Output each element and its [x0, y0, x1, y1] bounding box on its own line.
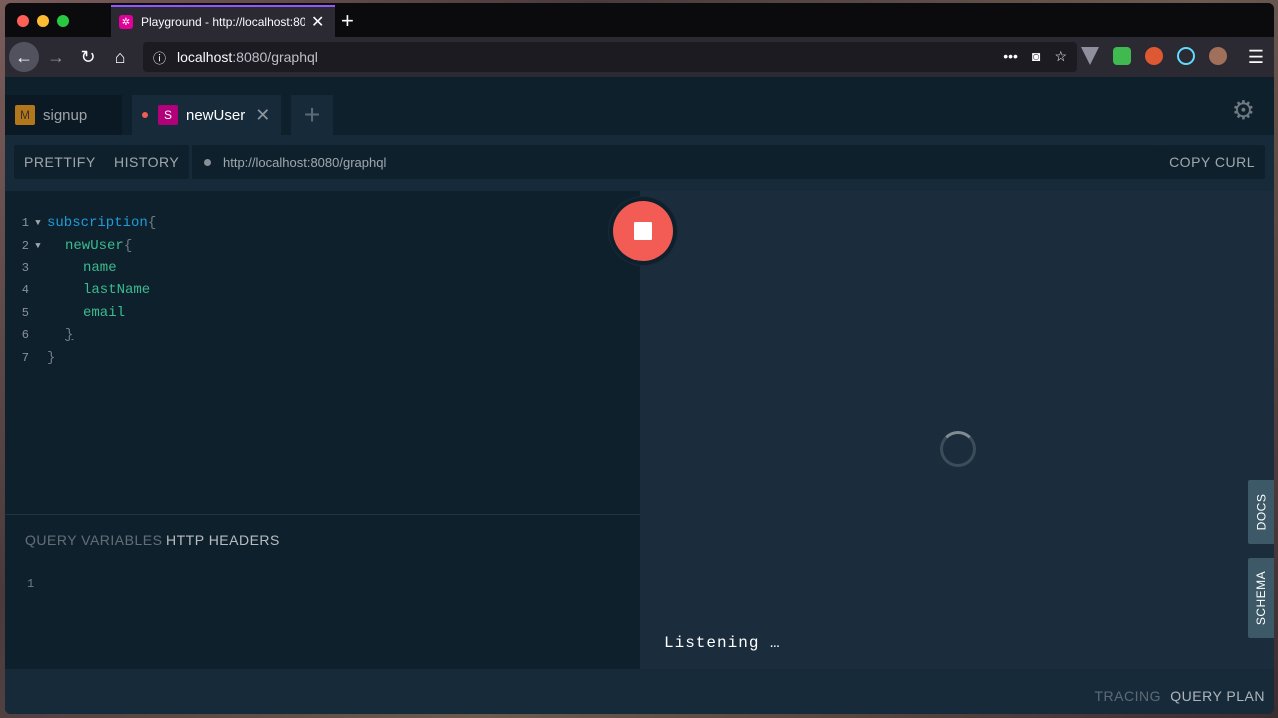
query-variables-tab[interactable]: QUERY VARIABLES [25, 532, 162, 548]
profile-avatar[interactable] [1209, 47, 1227, 65]
close-brace: } [47, 350, 56, 366]
react-devtools-icon[interactable] [1177, 47, 1195, 65]
http-headers-tab[interactable]: HTTP HEADERS [166, 532, 280, 548]
line-number: 1 [21, 216, 29, 230]
shield-extension-icon[interactable] [1113, 47, 1131, 65]
url-text[interactable]: localhost:8080/graphql [177, 49, 318, 65]
open-brace: { [123, 238, 133, 254]
footer-bar: TRACING QUERY PLAN [5, 669, 1274, 714]
tab-newuser[interactable]: S newUser ✕ [132, 95, 281, 135]
close-tab-icon[interactable]: ✕ [255, 105, 270, 126]
url-host: localhost [177, 49, 233, 65]
add-tab-button[interactable]: + [291, 95, 333, 135]
loading-spinner-icon [940, 431, 976, 467]
forward-button[interactable]: → [41, 42, 71, 72]
browser-tab-title: Playground - http://localhost:8080/graph… [141, 15, 305, 29]
code-line: 5 email [5, 302, 125, 324]
connection-status-dot [204, 158, 211, 166]
prettify-button[interactable]: PRETTIFY [14, 145, 106, 179]
pocket-icon[interactable]: ◙ [1032, 48, 1040, 65]
home-button[interactable]: ⌂ [105, 42, 135, 72]
code-line: 7 } [5, 347, 56, 369]
status-text: Listening … [664, 634, 781, 652]
site-info-icon[interactable]: ⓘ [153, 48, 173, 67]
code-line: 3 name [5, 257, 117, 279]
unsaved-indicator [142, 112, 148, 118]
playground-tab-bar: M signup S newUser ✕ + [5, 77, 1274, 135]
close-tab-icon[interactable]: ✕ [311, 12, 324, 32]
close-brace: } [65, 327, 74, 343]
fold-arrow-icon[interactable]: ▼ [29, 241, 47, 251]
tab-signup[interactable]: M signup [5, 95, 122, 135]
docs-tab[interactable]: DOCS [1248, 480, 1274, 544]
tab-label: newUser [186, 106, 246, 124]
open-brace: { [147, 215, 157, 231]
fold-arrow-icon[interactable]: ▼ [29, 218, 47, 228]
stop-subscription-button[interactable] [613, 201, 673, 261]
browser-tab[interactable]: ✲ Playground - http://localhost:8080/gra… [111, 5, 335, 37]
reload-button[interactable]: ↻ [73, 42, 103, 72]
field-name: name [83, 260, 117, 276]
browser-window: ✲ Playground - http://localhost:8080/gra… [5, 3, 1274, 714]
field-newuser: newUser [65, 238, 124, 254]
menu-icon[interactable]: ☰ [1248, 47, 1264, 68]
field-lastname: lastName [83, 282, 151, 298]
back-button[interactable]: ← [9, 42, 39, 72]
code-line: 4 lastName [5, 279, 150, 301]
playground-toolbar: PRETTIFY HISTORY http://localhost:8080/g… [5, 135, 1274, 191]
history-button[interactable]: HISTORY [104, 145, 190, 179]
mutation-badge: M [15, 105, 35, 125]
keyword-subscription: subscription [47, 215, 148, 231]
tab-label: signup [43, 106, 88, 124]
minimize-window-button[interactable] [37, 15, 49, 27]
new-tab-button[interactable]: + [341, 8, 354, 34]
title-bar: ✲ Playground - http://localhost:8080/gra… [5, 3, 1274, 37]
line-number: 4 [21, 283, 29, 297]
line-number: 1 [27, 577, 35, 591]
line-number: 6 [21, 328, 29, 342]
line-number: 7 [21, 351, 29, 365]
field-email: email [83, 305, 126, 321]
query-plan-tab[interactable]: QUERY PLAN [1170, 688, 1265, 704]
schema-tab[interactable]: SCHEMA [1248, 558, 1274, 638]
url-bar[interactable]: ⓘ localhost:8080/graphql ••• ◙ ☆ [143, 42, 1077, 72]
line-number: 5 [21, 306, 29, 320]
stop-icon [634, 222, 652, 240]
code-line: 2 ▼ newUser { [5, 235, 132, 257]
copy-curl-button[interactable]: COPY CURL [1159, 145, 1265, 179]
run-button-wrapper [608, 196, 678, 266]
settings-gear-icon[interactable]: ⚙ [1232, 95, 1255, 126]
result-panel: Listening … DOCS SCHEMA [640, 191, 1274, 669]
query-editor[interactable]: 1 ▼ subscription { 2 ▼ newUser { 3 name … [5, 191, 640, 514]
line-number: 2 [21, 239, 29, 253]
code-line: 6 } [5, 324, 74, 346]
schema-label: SCHEMA [1254, 570, 1268, 626]
extension-icons [1081, 47, 1227, 65]
vue-devtools-icon[interactable] [1081, 47, 1099, 65]
docs-label: DOCS [1254, 493, 1269, 531]
bookmark-star-icon[interactable]: ☆ [1054, 48, 1067, 65]
duckduckgo-icon[interactable] [1145, 47, 1163, 65]
subscription-badge: S [158, 105, 178, 125]
url-actions: ••• ◙ ☆ [1003, 48, 1067, 65]
line-number: 3 [21, 261, 29, 275]
code-line: 1 ▼ subscription { [5, 212, 156, 234]
zoom-window-button[interactable] [57, 15, 69, 27]
tracing-tab[interactable]: TRACING [1095, 688, 1162, 704]
url-path: :8080/graphql [232, 49, 318, 65]
navigation-bar: ← → ↻ ⌂ ⓘ localhost:8080/graphql ••• ◙ ☆… [5, 37, 1274, 77]
graphql-favicon-icon: ✲ [119, 15, 133, 29]
endpoint-input[interactable]: http://localhost:8080/graphql [192, 145, 1160, 179]
page-actions-icon[interactable]: ••• [1003, 48, 1018, 65]
endpoint-url: http://localhost:8080/graphql [223, 154, 387, 170]
close-window-button[interactable] [17, 15, 29, 27]
